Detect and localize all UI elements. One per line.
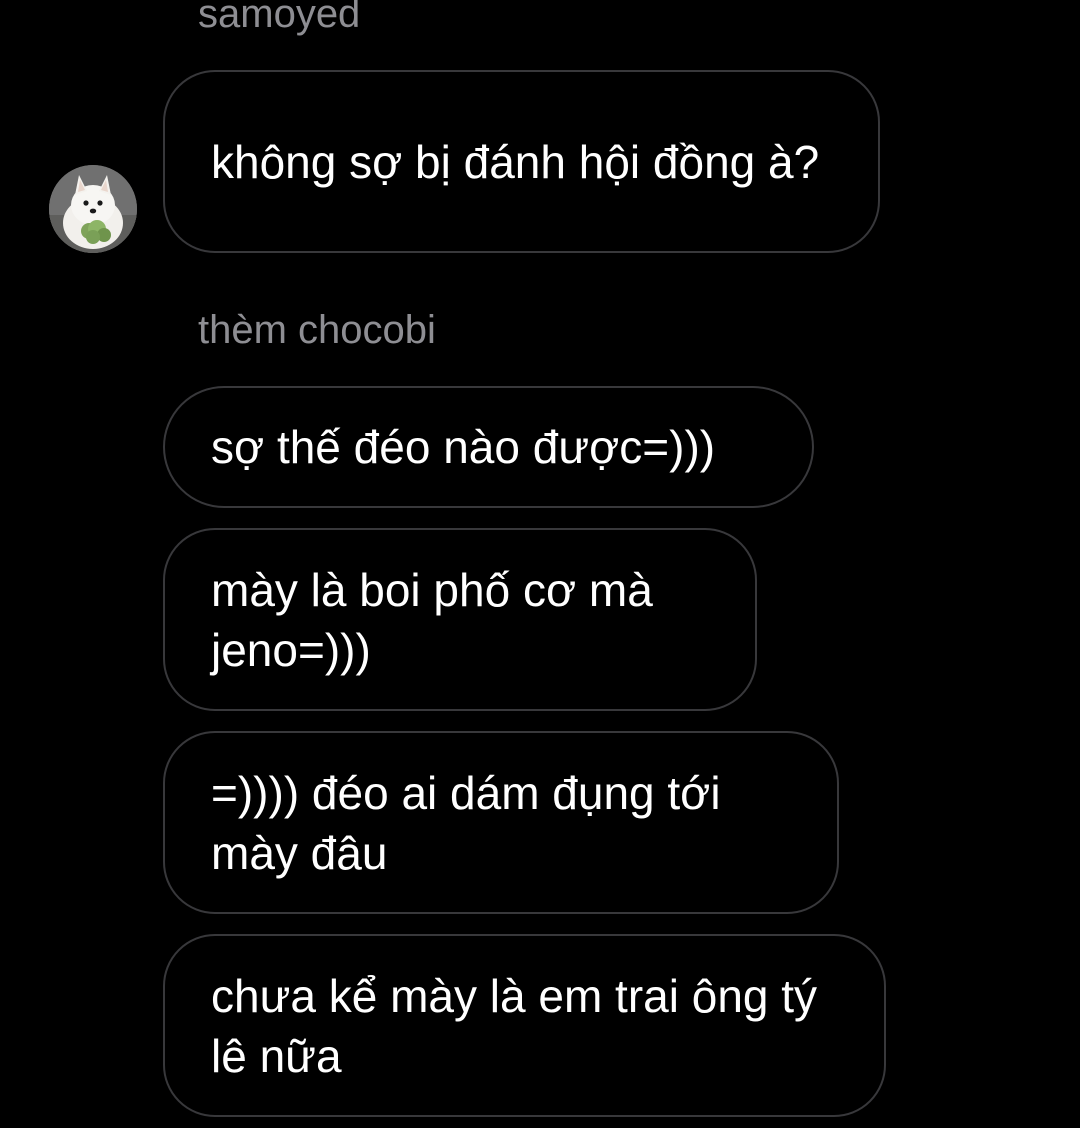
message-bubble[interactable]: chưa kể mày là em trai ông tý lê nữa — [163, 934, 886, 1117]
message-bubble[interactable]: sợ thế đéo nào được=))) — [163, 386, 814, 508]
samoyed-dog-avatar-icon — [49, 165, 137, 253]
message-bubble[interactable]: mày là boi phố cơ mà jeno=))) — [163, 528, 757, 711]
message-text: =)))) đéo ai dám đụng tới mày đâu — [211, 766, 721, 879]
message-text: sợ thế đéo nào được=))) — [211, 421, 716, 473]
sender-name: samoyed — [198, 0, 361, 36]
message-text: mày là boi phố cơ mà jeno=))) — [211, 563, 653, 676]
avatar[interactable] — [49, 165, 137, 253]
message-text: chưa kể mày là em trai ông tý lê nữa — [211, 969, 818, 1082]
message-bubble[interactable]: không sợ bị đánh hội đồng à? — [163, 70, 880, 253]
message-bubble[interactable]: =)))) đéo ai dám đụng tới mày đâu — [163, 731, 839, 914]
sender-name: thèm chocobi — [198, 308, 436, 352]
message-text: không sợ bị đánh hội đồng à? — [211, 135, 820, 188]
